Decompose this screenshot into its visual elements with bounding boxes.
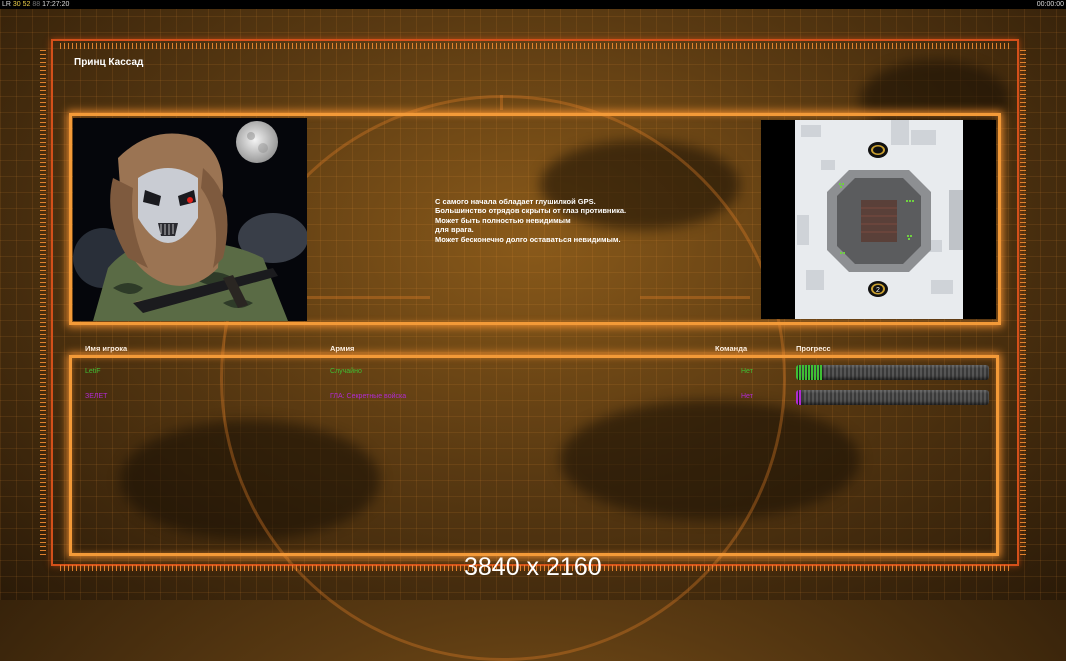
description-line: С самого начала обладает глушилкой GPS. (435, 197, 596, 206)
game-timer: 00:00:00 (1036, 1, 1064, 8)
clock: 17:27:20 (42, 1, 70, 8)
status-value: 88 (32, 1, 41, 8)
start-position-marker: 2 (876, 287, 880, 294)
minimap-image: 2 (761, 120, 996, 319)
player-army: Случайно (330, 368, 362, 375)
description-line: для врага. (435, 225, 474, 235)
status-value: 30 (12, 1, 21, 8)
column-header-team: Команда (715, 344, 748, 353)
frame-ruler (1020, 50, 1026, 555)
frame-ruler (60, 43, 1010, 49)
frame-ruler (40, 50, 46, 555)
map-preview: 2 (761, 120, 996, 319)
top-status-bar: LR 30 52 88 17:27:20 00:00:00 (0, 0, 1066, 9)
column-header-player: Имя игрока (85, 344, 128, 353)
portrait-image (73, 118, 307, 321)
general-name: Принц Кассад (74, 57, 144, 68)
general-portrait (73, 118, 307, 321)
progress-fill (796, 365, 824, 380)
progress-bar (796, 390, 989, 405)
player-team: Нет (741, 368, 753, 375)
description-line: Большинство отрядов скрыты от глаз проти… (435, 206, 627, 216)
general-description: С самого начала обладает глушилкой GPS. … (435, 197, 626, 244)
status-value: 52 (22, 1, 31, 8)
description-line: Может быть полностью невидимым (435, 215, 571, 225)
players-panel (69, 355, 999, 556)
status-prefix: LR (2, 1, 11, 8)
resolution-watermark: 3840 x 2160 (464, 553, 602, 581)
player-army: ГЛА: Секретные войска (330, 393, 407, 400)
description-line: Может бесконечно долго оставаться невиди… (435, 234, 621, 244)
player-name: ЗЕЛЕТ (85, 393, 108, 400)
player-team: Нет (741, 393, 753, 400)
column-header-army: Армия (330, 344, 355, 353)
player-name: LetiF (85, 368, 101, 375)
column-header-progress: Прогресс (796, 344, 831, 353)
progress-fill (796, 390, 802, 405)
progress-bar (796, 365, 989, 380)
